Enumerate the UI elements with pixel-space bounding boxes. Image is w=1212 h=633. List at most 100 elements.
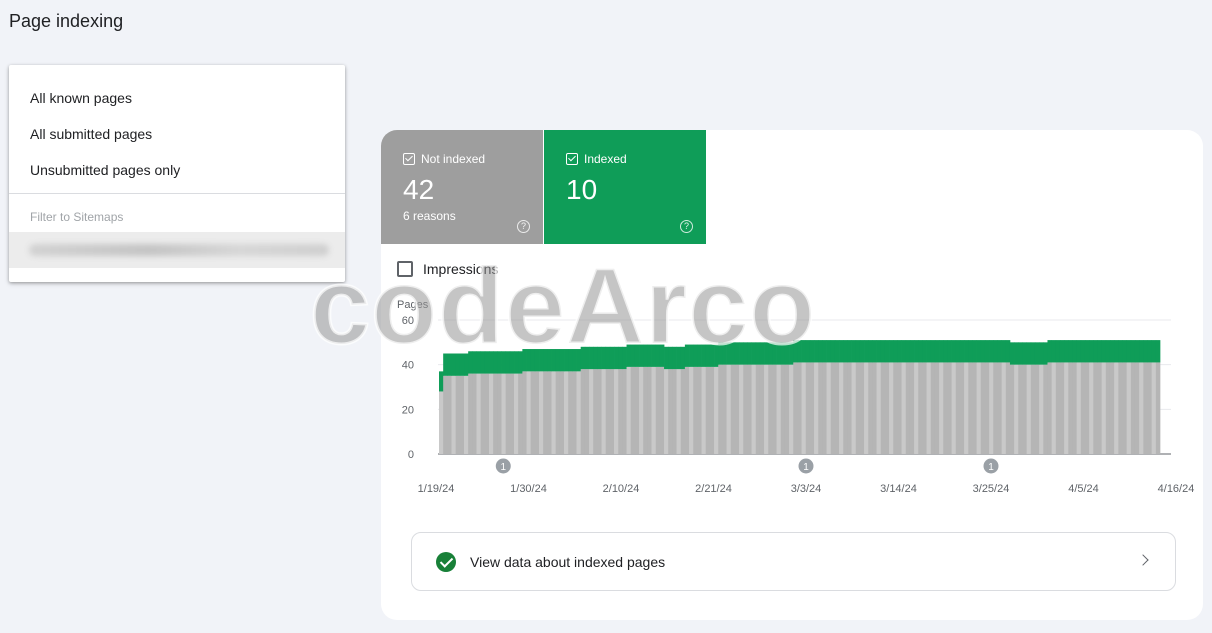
bar-not-indexed xyxy=(972,362,977,454)
bar-not-indexed xyxy=(980,362,986,454)
help-icon[interactable]: ? xyxy=(517,220,530,233)
bar-not-indexed xyxy=(959,362,965,454)
not-indexed-tile[interactable]: Not indexed 42 6 reasons ? xyxy=(381,130,543,244)
bar-indexed xyxy=(1030,342,1036,365)
bar-indexed xyxy=(980,340,986,363)
bar-indexed xyxy=(772,342,777,365)
bar-not-indexed xyxy=(897,362,902,454)
indexed-checkbox-icon[interactable] xyxy=(566,153,578,165)
impressions-checkbox[interactable] xyxy=(397,261,413,277)
bar-indexed xyxy=(926,340,932,363)
bar-not-indexed xyxy=(651,366,657,454)
bar-indexed xyxy=(759,342,765,365)
bar-indexed xyxy=(1126,340,1132,363)
bar-not-indexed xyxy=(597,369,602,454)
bar-not-indexed xyxy=(489,373,494,454)
menu-item-all-known-pages[interactable]: All known pages xyxy=(30,90,132,106)
bar-not-indexed xyxy=(759,364,765,454)
bar-not-indexed xyxy=(526,371,532,454)
bar-indexed xyxy=(530,349,536,372)
bar-indexed xyxy=(876,340,882,363)
bar-indexed xyxy=(805,340,811,363)
bar-indexed xyxy=(668,346,673,370)
bar-not-indexed xyxy=(814,362,819,454)
bar-not-indexed xyxy=(480,373,486,454)
bar-not-indexed xyxy=(726,364,732,454)
bar-indexed xyxy=(568,349,573,372)
bar-not-indexed xyxy=(1026,364,1032,454)
bar-indexed xyxy=(722,342,727,365)
menu-item-all-submitted-pages[interactable]: All submitted pages xyxy=(30,126,152,142)
bar-indexed xyxy=(780,342,786,365)
y-tick-label: 0 xyxy=(408,449,414,461)
bar-indexed xyxy=(909,340,915,363)
bar-not-indexed xyxy=(447,375,452,454)
bar-indexed xyxy=(1114,340,1119,363)
bar-not-indexed xyxy=(1068,362,1073,454)
bar-indexed xyxy=(914,340,919,363)
bar-indexed xyxy=(601,346,607,370)
bar-not-indexed xyxy=(697,366,702,454)
bar-indexed xyxy=(701,344,707,367)
x-tick-label: 3/14/24 xyxy=(880,483,917,495)
x-tick-label: 2/10/24 xyxy=(603,483,640,495)
bar-not-indexed xyxy=(484,373,490,454)
not-indexed-checkbox-icon[interactable] xyxy=(403,153,415,165)
indexed-tile[interactable]: Indexed 10 ? xyxy=(544,130,706,244)
bar-not-indexed xyxy=(822,362,827,454)
x-tick-label: 3/3/24 xyxy=(791,483,822,495)
bar-indexed xyxy=(1097,340,1103,363)
bar-not-indexed xyxy=(605,369,611,454)
bar-not-indexed xyxy=(439,391,444,454)
bar-not-indexed xyxy=(1014,364,1019,454)
bar-indexed xyxy=(572,349,577,372)
bar-not-indexed xyxy=(784,364,790,454)
bar-indexed xyxy=(614,346,619,370)
menu-item-unsubmitted-pages-only[interactable]: Unsubmitted pages only xyxy=(30,162,180,178)
bar-indexed xyxy=(1093,340,1098,363)
x-tick-label: 4/16/24 xyxy=(1158,483,1195,495)
bar-indexed xyxy=(972,340,977,363)
menu-item-sitemap-redacted[interactable] xyxy=(9,232,345,268)
bar-indexed xyxy=(889,340,894,363)
bar-indexed xyxy=(526,349,532,372)
view-indexed-pages-row[interactable]: View data about indexed pages xyxy=(411,532,1176,591)
bar-not-indexed xyxy=(751,364,757,454)
redacted-sitemap-text xyxy=(29,244,329,256)
bar-indexed xyxy=(1001,340,1007,363)
bar-indexed xyxy=(634,344,640,367)
bar-indexed xyxy=(626,344,632,367)
bar-not-indexed xyxy=(947,362,952,454)
bar-indexed xyxy=(655,344,661,367)
bar-not-indexed xyxy=(826,362,832,454)
bar-indexed xyxy=(1005,340,1011,363)
bar-indexed xyxy=(476,351,482,374)
bar-not-indexed xyxy=(1018,364,1023,454)
bar-not-indexed xyxy=(1051,362,1057,454)
bar-indexed xyxy=(1139,340,1144,363)
bar-indexed xyxy=(447,353,452,376)
bar-indexed xyxy=(768,342,773,365)
bar-not-indexed xyxy=(805,362,811,454)
bar-not-indexed xyxy=(739,364,744,454)
bar-indexed xyxy=(693,344,698,367)
bar-indexed xyxy=(714,344,719,367)
bar-indexed xyxy=(834,340,840,363)
bar-indexed xyxy=(764,342,769,365)
bar-indexed xyxy=(580,346,586,370)
bar-indexed xyxy=(1059,340,1065,363)
bar-not-indexed xyxy=(509,373,515,454)
bar-not-indexed xyxy=(976,362,982,454)
bar-indexed xyxy=(451,353,457,376)
bar-not-indexed xyxy=(1109,362,1115,454)
bar-indexed xyxy=(593,346,598,370)
bar-not-indexed xyxy=(872,362,877,454)
help-icon[interactable]: ? xyxy=(680,220,693,233)
bar-not-indexed xyxy=(922,362,927,454)
bar-not-indexed xyxy=(609,369,615,454)
bar-not-indexed xyxy=(655,366,661,454)
bar-not-indexed xyxy=(634,366,640,454)
bar-not-indexed xyxy=(1039,364,1044,454)
view-indexed-pages-label: View data about indexed pages xyxy=(470,554,666,570)
bar-indexed xyxy=(630,344,636,367)
